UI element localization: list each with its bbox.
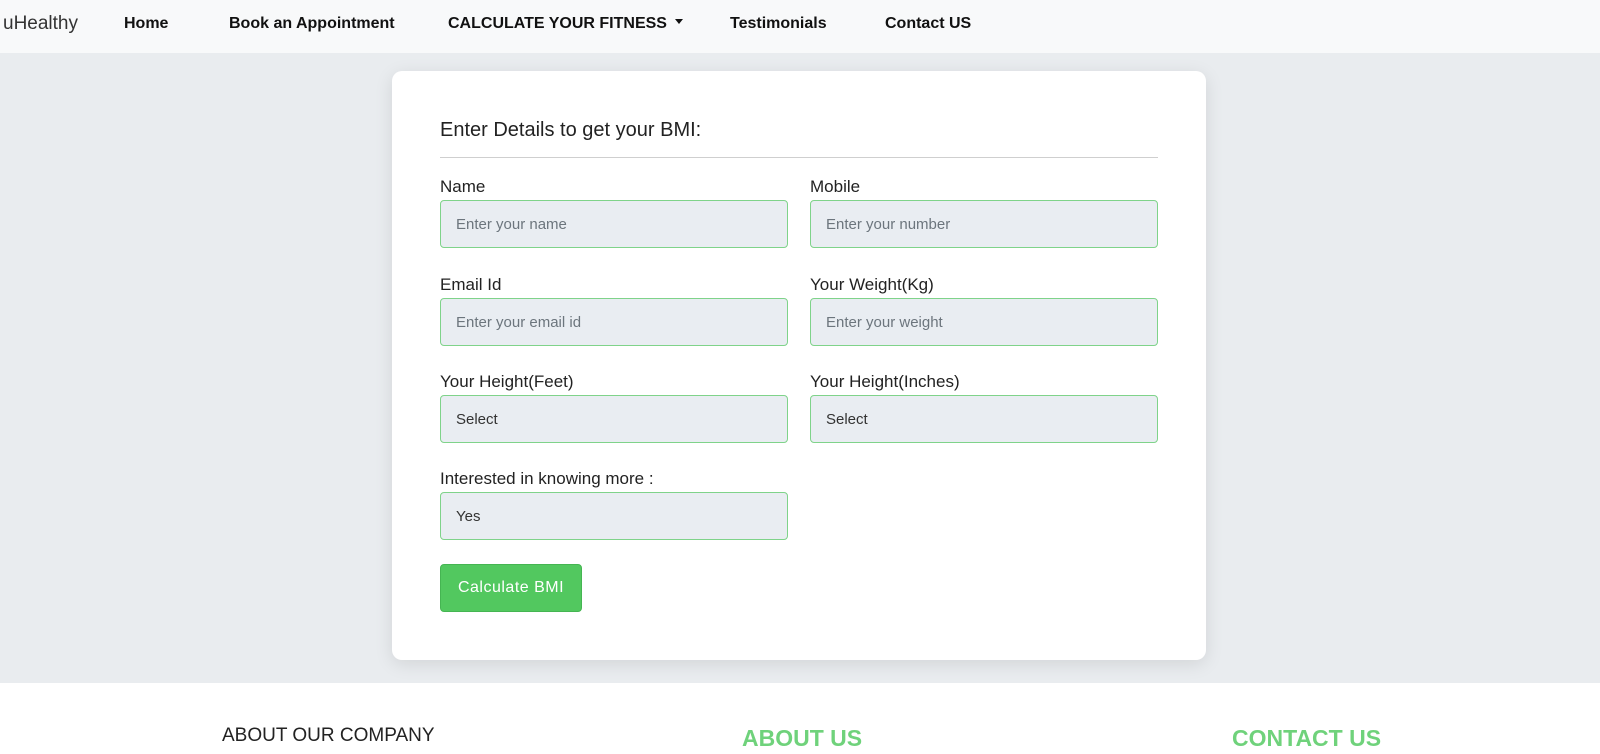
interested-selected-value: Yes <box>456 507 481 525</box>
email-label: Email Id <box>440 275 502 294</box>
mobile-label: Mobile <box>810 177 861 196</box>
footer: ABOUT OUR COMPANY ABOUT US CONTACT US <box>0 683 1600 754</box>
height-feet-select[interactable]: Select <box>440 395 788 443</box>
form-title: Enter Details to get your BMI: <box>440 119 702 141</box>
weight-input[interactable] <box>810 298 1158 346</box>
name-input[interactable] <box>440 200 788 248</box>
top-navbar: uHealthy Home Book an Appointment CALCUL… <box>0 0 1600 53</box>
footer-about-us-heading: ABOUT US <box>742 725 863 751</box>
mobile-input[interactable] <box>810 200 1158 248</box>
email-input[interactable] <box>440 298 788 346</box>
caret-down-icon <box>674 19 683 25</box>
footer-contact-us-heading: CONTACT US <box>1232 725 1382 751</box>
nav-testimonials[interactable]: Testimonials <box>730 15 827 33</box>
brand-logo[interactable]: uHealthy <box>3 13 78 35</box>
height-inches-selected-value: Select <box>826 410 868 428</box>
bmi-form-card: Enter Details to get your BMI: Name Mobi… <box>392 71 1206 660</box>
height-inches-label: Your Height(Inches) <box>810 372 960 391</box>
footer-about-company-heading: ABOUT OUR COMPANY <box>222 725 435 746</box>
nav-contact-us[interactable]: Contact US <box>885 15 971 33</box>
height-feet-label: Your Height(Feet) <box>440 372 574 391</box>
nav-calculate-fitness-dropdown[interactable]: CALCULATE YOUR FITNESS <box>448 15 683 33</box>
nav-calculate-fitness-label: CALCULATE YOUR FITNESS <box>448 15 667 32</box>
interested-label: Interested in knowing more : <box>440 469 654 488</box>
height-feet-selected-value: Select <box>456 410 498 428</box>
nav-book-appointment[interactable]: Book an Appointment <box>229 15 395 33</box>
height-inches-select[interactable]: Select <box>810 395 1158 443</box>
calculate-bmi-button[interactable]: Calculate BMI <box>440 564 582 612</box>
name-label: Name <box>440 177 486 196</box>
interested-select[interactable]: Yes <box>440 492 788 540</box>
weight-label: Your Weight(Kg) <box>810 275 934 294</box>
nav-home[interactable]: Home <box>124 15 168 33</box>
title-divider <box>440 157 1158 158</box>
